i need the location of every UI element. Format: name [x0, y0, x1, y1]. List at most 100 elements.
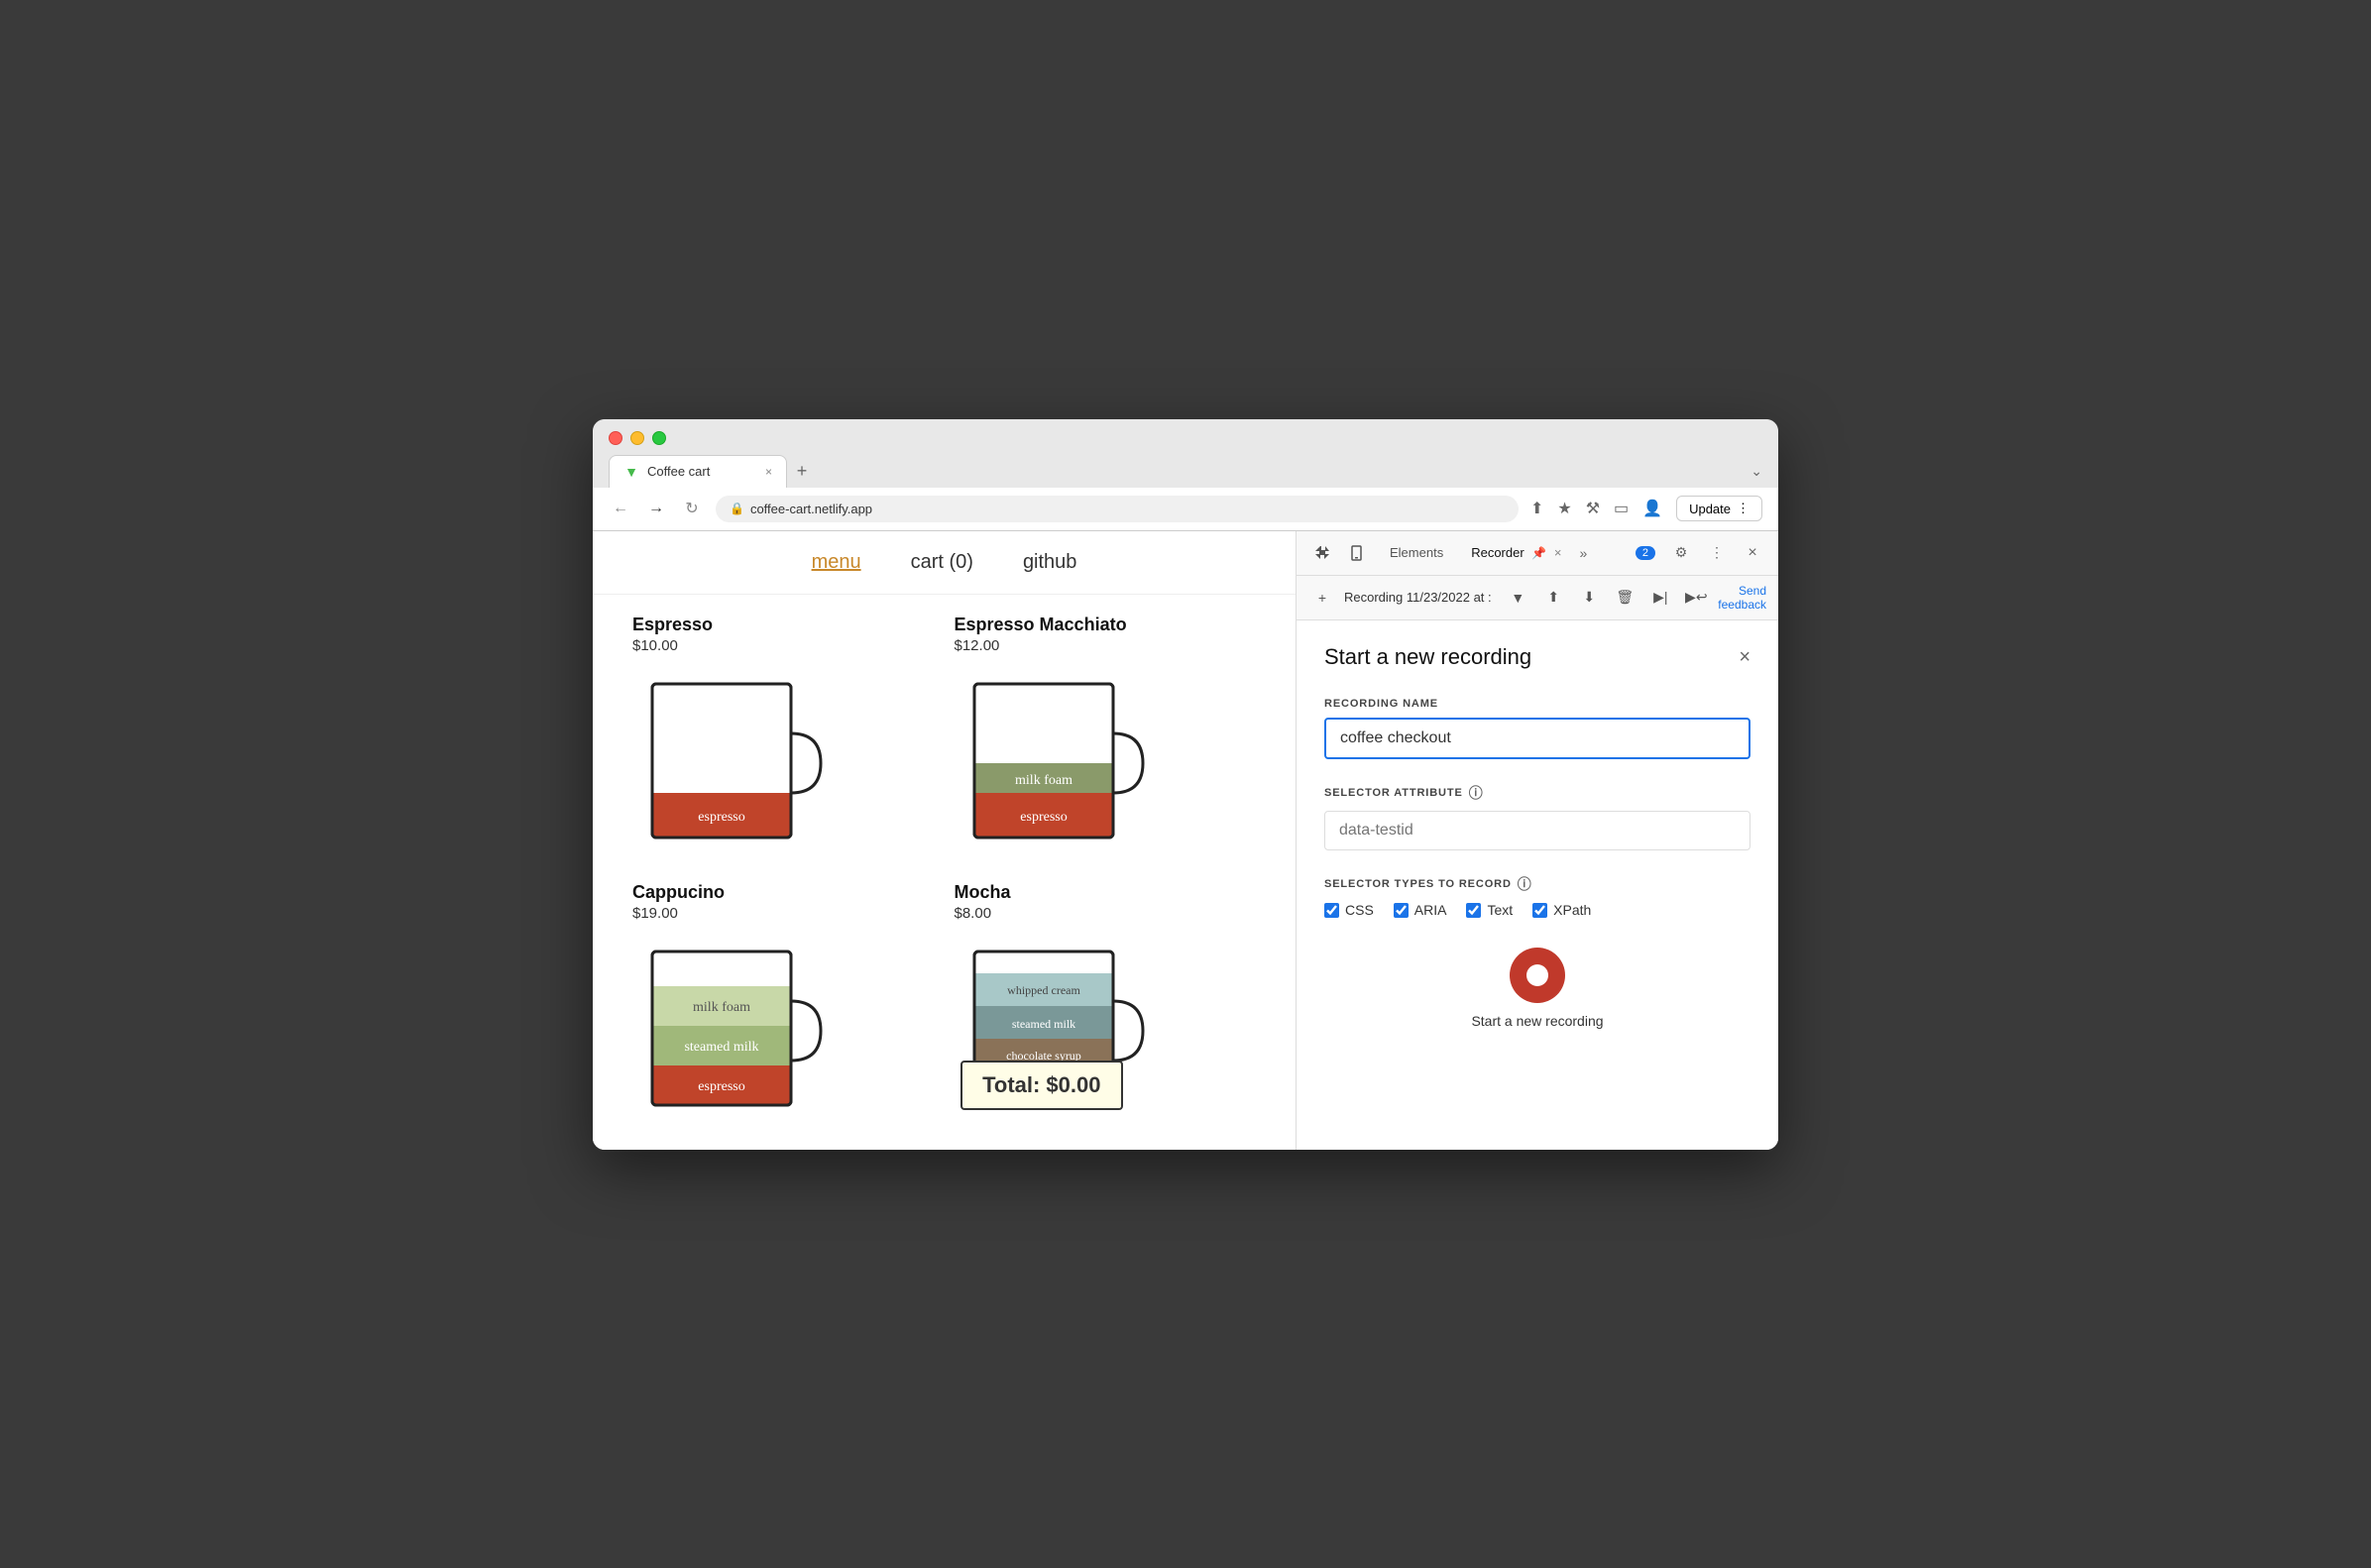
recording-name-label: RECORDING NAME: [1324, 698, 1750, 710]
coffee-item-macchiato: Espresso Macchiato $12.00 espresso milk …: [955, 615, 1257, 862]
recording-export-button[interactable]: ⬆: [1539, 584, 1567, 612]
share-icon[interactable]: ⬆: [1530, 499, 1543, 518]
coffee-cup-cappucino[interactable]: espresso steamed milk milk foam: [632, 932, 831, 1130]
back-button[interactable]: ←: [609, 500, 632, 517]
lock-icon: 🔒: [730, 502, 744, 515]
update-button[interactable]: Update ⋮: [1676, 496, 1762, 521]
dialog-title: Start a new recording: [1324, 644, 1531, 670]
maximize-window-button[interactable]: [652, 431, 666, 445]
url-display: coffee-cart.netlify.app: [750, 502, 1505, 516]
window-chevron[interactable]: ⌄: [1750, 463, 1762, 480]
title-bar: ▼ Coffee cart × + ⌄: [593, 419, 1778, 488]
svg-text:espresso: espresso: [698, 1079, 744, 1094]
checkbox-css[interactable]: CSS: [1324, 902, 1374, 918]
selector-types-checkboxes: CSS ARIA Text XPath: [1324, 902, 1750, 918]
coffee-name-espresso: Espresso: [632, 615, 935, 635]
record-btn-inner: [1526, 964, 1548, 986]
address-bar: ← → ↻ 🔒 coffee-cart.netlify.app ⬆ ★ ⚒ ▭ …: [593, 488, 1778, 531]
profile-icon[interactable]: 👤: [1642, 499, 1662, 518]
main-content: menu cart (0) github Espresso $10.00: [593, 531, 1778, 1150]
checkbox-text-input[interactable]: [1466, 903, 1481, 918]
devtools-close-button[interactable]: ×: [1739, 539, 1766, 567]
checkbox-aria-input[interactable]: [1394, 903, 1409, 918]
recording-dialog: Start a new recording × RECORDING NAME S…: [1297, 620, 1778, 1149]
svg-text:steamed milk: steamed milk: [684, 1040, 758, 1055]
coffee-cup-mocha[interactable]: espresso chocolate syrup steamed milk wh…: [955, 932, 1153, 1130]
svg-text:steamed milk: steamed milk: [1011, 1017, 1074, 1031]
browser-window: ▼ Coffee cart × + ⌄ ← → ↻ 🔒 coffee-cart.…: [593, 419, 1778, 1150]
close-window-button[interactable]: [609, 431, 622, 445]
coffee-name-cappucino: Cappucino: [632, 882, 935, 903]
start-recording-button[interactable]: [1510, 948, 1565, 1003]
devtools-tab-recorder[interactable]: Recorder 📌 ×: [1461, 541, 1571, 564]
devtools-badge: 2: [1636, 546, 1655, 560]
checkbox-css-input[interactable]: [1324, 903, 1339, 918]
selector-types-label: SELECTOR TYPES TO RECORD ⓘ: [1324, 874, 1750, 894]
update-label: Update: [1689, 502, 1731, 516]
svg-text:whipped cream: whipped cream: [1007, 983, 1080, 997]
devtools-right-icons: 2 ⚙ ⋮ ×: [1636, 539, 1766, 567]
coffee-cup-espresso[interactable]: espresso: [632, 664, 831, 862]
nav-menu[interactable]: menu: [812, 551, 861, 574]
checkbox-xpath-input[interactable]: [1532, 903, 1547, 918]
start-recording-section: Start a new recording: [1324, 948, 1750, 1029]
new-tab-button[interactable]: +: [787, 456, 817, 486]
coffee-price-macchiato: $12.00: [955, 637, 1257, 654]
dialog-close-button[interactable]: ×: [1739, 646, 1750, 669]
nav-cart[interactable]: cart (0): [911, 551, 973, 574]
checkbox-aria-label: ARIA: [1414, 902, 1447, 918]
devtools-menu-icon[interactable]: ⋮: [1703, 539, 1731, 567]
recording-download-button[interactable]: ⬇: [1575, 584, 1603, 612]
svg-text:milk foam: milk foam: [1015, 773, 1073, 788]
recorder-close-icon[interactable]: ×: [1554, 545, 1562, 560]
forward-button[interactable]: →: [644, 500, 668, 517]
add-recording-button[interactable]: +: [1308, 584, 1336, 612]
devtools-more-tabs[interactable]: »: [1579, 545, 1587, 561]
extension-icon[interactable]: ⚒: [1586, 499, 1600, 518]
sidebar-icon[interactable]: ▭: [1614, 499, 1629, 518]
devtools-toolbar: Elements Recorder 📌 × » 2 ⚙ ⋮ ×: [1297, 531, 1778, 576]
recording-name-input[interactable]: [1324, 718, 1750, 759]
selector-types-section: SELECTOR TYPES TO RECORD ⓘ CSS ARIA: [1324, 874, 1750, 918]
send-feedback-link[interactable]: Sendfeedback: [1718, 584, 1766, 613]
devtools-panel: Elements Recorder 📌 × » 2 ⚙ ⋮ × + Record…: [1297, 531, 1778, 1150]
selector-attribute-input[interactable]: [1324, 811, 1750, 850]
recording-play-button[interactable]: ▶|: [1646, 584, 1674, 612]
bookmark-icon[interactable]: ★: [1557, 499, 1571, 518]
tab-close-button[interactable]: ×: [765, 465, 772, 479]
site-nav: menu cart (0) github: [593, 531, 1296, 595]
selector-attribute-help-icon[interactable]: ⓘ: [1469, 783, 1484, 803]
recorder-toolbar: + Recording 11/23/2022 at : ▼ ⬆ ⬇ 🗑 ▶| ▶…: [1297, 576, 1778, 621]
dialog-header: Start a new recording ×: [1324, 644, 1750, 670]
checkbox-xpath[interactable]: XPath: [1532, 902, 1591, 918]
recording-delete-button[interactable]: 🗑: [1611, 584, 1638, 612]
coffee-grid: Espresso $10.00 espresso: [593, 595, 1296, 1150]
address-input[interactable]: 🔒 coffee-cart.netlify.app: [716, 496, 1519, 522]
tab-title: Coffee cart: [647, 464, 757, 479]
devtools-device-icon[interactable]: [1344, 539, 1372, 567]
devtools-settings-icon[interactable]: ⚙: [1667, 539, 1695, 567]
toolbar-icons: ⬆ ★ ⚒ ▭ 👤 Update ⋮: [1530, 496, 1762, 521]
reload-button[interactable]: ↻: [680, 499, 704, 518]
coffee-name-macchiato: Espresso Macchiato: [955, 615, 1257, 635]
coffee-name-mocha: Mocha: [955, 882, 1257, 903]
checkbox-xpath-label: XPath: [1553, 902, 1591, 918]
checkbox-text-label: Text: [1487, 902, 1513, 918]
recording-dropdown-button[interactable]: ▼: [1504, 584, 1531, 612]
selector-types-help-icon[interactable]: ⓘ: [1518, 874, 1532, 894]
coffee-cup-macchiato[interactable]: espresso milk foam: [955, 664, 1153, 862]
selector-attribute-label: SELECTOR ATTRIBUTE ⓘ: [1324, 783, 1750, 803]
minimize-window-button[interactable]: [630, 431, 644, 445]
checkbox-aria[interactable]: ARIA: [1394, 902, 1447, 918]
coffee-price-cappucino: $19.00: [632, 905, 935, 922]
recording-name-display: Recording 11/23/2022 at :: [1344, 590, 1496, 605]
checkbox-css-label: CSS: [1345, 902, 1374, 918]
devtools-inspector-icon[interactable]: [1308, 539, 1336, 567]
website-panel: menu cart (0) github Espresso $10.00: [593, 531, 1297, 1150]
total-badge: Total: $0.00: [960, 1061, 1122, 1110]
checkbox-text[interactable]: Text: [1466, 902, 1513, 918]
browser-tab-active[interactable]: ▼ Coffee cart ×: [609, 455, 787, 488]
devtools-tab-elements[interactable]: Elements: [1380, 541, 1453, 564]
nav-github[interactable]: github: [1023, 551, 1077, 574]
recording-step-button[interactable]: ▶↩: [1682, 584, 1710, 612]
